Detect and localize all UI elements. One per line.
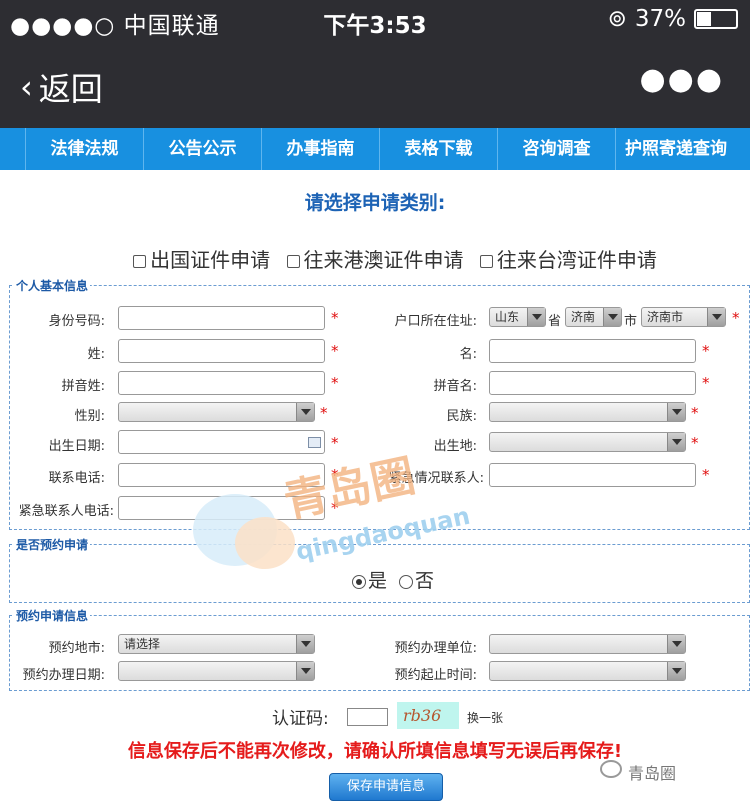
chevron-down-icon <box>603 308 621 326</box>
reservation-date-label: 预约办理日期: <box>22 668 105 683</box>
captcha-refresh-link[interactable]: 换一张 <box>467 709 503 726</box>
captcha-label: 认证码: <box>272 709 329 729</box>
pinyin-surname-input[interactable] <box>118 371 325 395</box>
application-type-options: 出国证件申请 往来港澳证件申请 往来台湾证件申请 <box>0 244 750 273</box>
required-mark: * <box>702 466 710 484</box>
checkbox-exit[interactable] <box>133 255 147 268</box>
birthplace-label: 出生地: <box>433 439 477 454</box>
required-mark: * <box>331 309 339 327</box>
more-menu-button[interactable]: ●●● <box>639 62 724 97</box>
phone-label: 联系电话: <box>48 471 105 486</box>
birthdate-input[interactable] <box>118 430 325 454</box>
section-legend-personal: 个人基本信息 <box>14 277 91 294</box>
menu-item-partial[interactable] <box>0 128 26 170</box>
chevron-down-icon <box>667 635 685 653</box>
menu-item-survey[interactable]: 咨询调查 <box>498 128 616 170</box>
chevron-down-icon <box>296 662 314 680</box>
chevron-down-icon <box>527 308 545 326</box>
calendar-icon[interactable] <box>308 437 321 448</box>
given-name-input[interactable] <box>489 339 696 363</box>
reservation-city-label: 预约地市: <box>48 641 105 656</box>
province-value: 山东 <box>495 310 520 324</box>
battery-icon <box>694 9 738 29</box>
required-mark: * <box>702 374 710 392</box>
type-label-exit: 出国证件申请 <box>150 248 271 272</box>
type-label-hk-macau: 往来港澳证件申请 <box>303 248 464 272</box>
chevron-down-icon <box>667 662 685 680</box>
battery-fill <box>697 12 712 26</box>
birthplace-select[interactable] <box>489 432 686 452</box>
birthdate-label: 出生日期: <box>48 439 105 454</box>
back-label: 返回 <box>38 70 103 108</box>
required-mark: * <box>320 404 328 422</box>
reservation-unit-label: 预约办理单位: <box>394 641 477 656</box>
reservation-city-value: 请选择 <box>124 637 161 651</box>
captcha-image: rb36 <box>397 702 459 729</box>
gender-select[interactable] <box>118 402 315 422</box>
menu-item-notices[interactable]: 公告公示 <box>144 128 262 170</box>
city-select[interactable]: 济南 <box>565 307 622 327</box>
chevron-down-icon <box>667 403 685 421</box>
hukou-label: 户口所在住址: <box>394 314 477 329</box>
surname-label: 姓: <box>87 347 105 362</box>
district-value: 济南市 <box>647 310 684 324</box>
save-button[interactable]: 保存申请信息 <box>329 773 443 801</box>
required-mark: * <box>691 404 699 422</box>
app-header: ●●●●○ 中国联通 下午3:53 ⊚ 37% ‹ 返回 ●●● <box>0 0 750 128</box>
district-select[interactable]: 济南市 <box>641 307 726 327</box>
required-mark: * <box>702 342 710 360</box>
reservation-unit-select[interactable] <box>489 634 686 654</box>
province-select[interactable]: 山东 <box>489 307 546 327</box>
reservation-city-select[interactable]: 请选择 <box>118 634 315 654</box>
wechat-icon <box>600 760 622 778</box>
chat-bubble-icon-2 <box>235 517 295 569</box>
page-title: 请选择申请类别: <box>304 192 446 214</box>
back-button[interactable]: ‹ 返回 <box>20 64 103 110</box>
type-label-taiwan: 往来台湾证件申请 <box>496 248 657 272</box>
top-menu: 法律法规 公告公示 办事指南 表格下载 咨询调查 护照寄递查询 <box>0 128 750 170</box>
checkbox-taiwan[interactable] <box>479 255 493 268</box>
reservation-date-select[interactable] <box>118 661 315 681</box>
chevron-down-icon <box>667 433 685 451</box>
emergency-phone-label: 紧急联系人电话: <box>18 504 114 519</box>
checkbox-hk-macau[interactable] <box>286 255 300 268</box>
city-value: 济南 <box>571 310 596 324</box>
pinyin-name-label: 拼音名: <box>433 379 477 394</box>
given-name-label: 名: <box>459 347 477 362</box>
ethnicity-select[interactable] <box>489 402 686 422</box>
chevron-left-icon: ‹ <box>20 68 33 106</box>
id-number-input[interactable] <box>118 306 325 330</box>
chevron-down-icon <box>296 403 314 421</box>
ethnicity-label: 民族: <box>446 409 477 424</box>
captcha-input[interactable] <box>347 708 388 726</box>
required-mark: * <box>331 374 339 392</box>
menu-item-laws[interactable]: 法律法规 <box>26 128 144 170</box>
watermark-brand: 青岛圈 <box>628 764 677 783</box>
required-mark: * <box>331 434 339 452</box>
menu-item-passport-mail[interactable]: 护照寄递查询 <box>616 128 736 170</box>
reservation-time-select[interactable] <box>489 661 686 681</box>
status-right: ⊚ 37% <box>608 6 738 32</box>
pinyin-surname-label: 拼音姓: <box>61 379 105 394</box>
id-number-label: 身份号码: <box>48 314 105 329</box>
required-mark: * <box>732 309 740 327</box>
menu-item-forms[interactable]: 表格下载 <box>380 128 498 170</box>
menu-item-guide[interactable]: 办事指南 <box>262 128 380 170</box>
surname-input[interactable] <box>118 339 325 363</box>
chevron-down-icon <box>707 308 725 326</box>
required-mark: * <box>331 342 339 360</box>
section-legend-reservation-info: 预约申请信息 <box>14 607 91 624</box>
required-mark: * <box>691 434 699 452</box>
province-unit: 省 <box>548 314 562 329</box>
gender-label: 性别: <box>74 409 105 424</box>
watermark-logo: 青岛圈 qingdaoquan <box>193 455 472 569</box>
emergency-contact-input[interactable] <box>489 463 696 487</box>
section-legend-reservation: 是否预约申请 <box>14 536 91 553</box>
rotation-lock-icon: ⊚ <box>607 6 627 32</box>
chevron-down-icon <box>296 635 314 653</box>
battery-percent: 37% <box>634 6 686 32</box>
city-unit: 市 <box>624 314 638 329</box>
pinyin-name-input[interactable] <box>489 371 696 395</box>
reservation-time-label: 预约起止时间: <box>394 668 477 683</box>
